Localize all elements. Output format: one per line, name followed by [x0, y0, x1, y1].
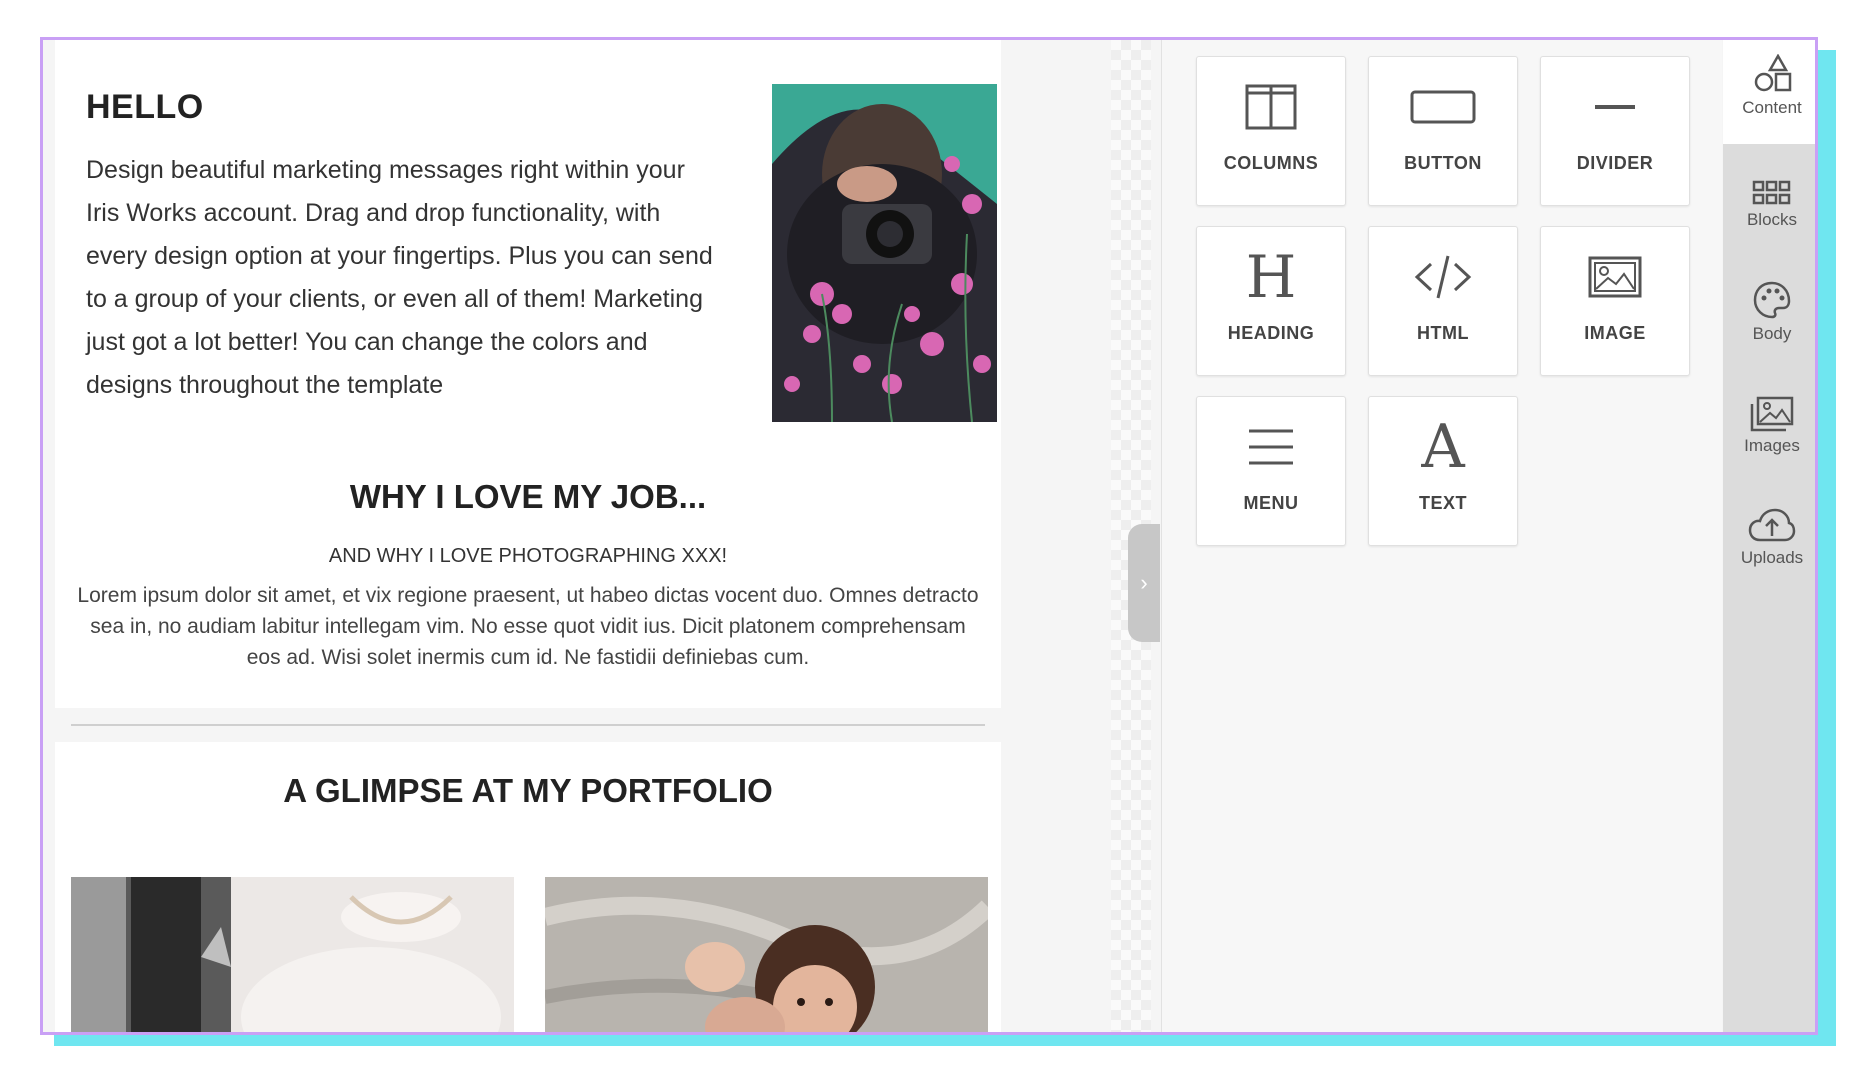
tool-label: HEADING	[1227, 323, 1315, 343]
sidebar-item-label: Images	[1744, 436, 1800, 455]
tool-html[interactable]: HTML	[1368, 226, 1518, 376]
sidebar-item-label: Uploads	[1740, 548, 1804, 567]
portfolio-image-children[interactable]	[545, 877, 988, 1032]
hello-heading[interactable]: HELLO	[86, 88, 204, 127]
menu-icon	[1197, 419, 1345, 475]
tool-label: MENU	[1243, 493, 1299, 513]
sidebar-item-body[interactable]: Body	[1723, 266, 1815, 370]
sidebar-item-uploads[interactable]: Uploads	[1723, 490, 1815, 594]
tool-label: COLUMNS	[1223, 153, 1319, 173]
intro-paragraph[interactable]: Design beautiful marketing messages righ…	[86, 149, 716, 407]
sidebar-item-content[interactable]: Content	[1723, 40, 1815, 144]
tool-menu[interactable]: MENU	[1196, 396, 1346, 546]
chevron-right-icon: ›	[1140, 570, 1148, 595]
email-section-intro[interactable]: HELLO Design beautiful marketing message…	[55, 40, 1001, 708]
email-section-portfolio[interactable]: A GLIMPSE AT MY PORTFOLIO	[55, 742, 1001, 1032]
text-icon: A	[1421, 412, 1465, 482]
sidebar-item-label: Blocks	[1746, 210, 1798, 229]
image-icon	[1541, 249, 1689, 305]
why-heading[interactable]: WHY I LOVE MY JOB...	[55, 478, 1001, 516]
code-icon	[1369, 249, 1517, 305]
photographer-image[interactable]	[772, 84, 997, 422]
cloud-upload-icon	[1723, 490, 1815, 544]
portfolio-heading[interactable]: A GLIMPSE AT MY PORTFOLIO	[55, 772, 1001, 810]
tool-button[interactable]: BUTTON	[1368, 56, 1518, 206]
tool-divider[interactable]: DIVIDER	[1540, 56, 1690, 206]
columns-icon	[1197, 79, 1345, 135]
sidebar-item-images[interactable]: Images	[1723, 378, 1815, 482]
tool-label: BUTTON	[1404, 153, 1482, 173]
sidebar-item-label: Body	[1752, 324, 1792, 343]
tool-image[interactable]: IMAGE	[1540, 226, 1690, 376]
tool-label: IMAGE	[1584, 323, 1646, 343]
lorem-paragraph[interactable]: Lorem ipsum dolor sit amet, et vix regio…	[75, 580, 981, 673]
editor-frame: HELLO Design beautiful marketing message…	[40, 37, 1818, 1035]
heading-icon: H	[1245, 243, 1297, 311]
shapes-icon	[1723, 40, 1815, 94]
email-canvas: HELLO Design beautiful marketing message…	[43, 40, 1151, 1032]
section-divider[interactable]	[71, 724, 985, 726]
tool-columns[interactable]: COLUMNS	[1196, 56, 1346, 206]
collapse-panel-toggle[interactable]: ›	[1128, 524, 1160, 642]
tool-label: TEXT	[1418, 493, 1467, 513]
content-tools-panel: COLUMNS BUTTON DIVIDER H HEADING HTML IM…	[1161, 40, 1722, 1032]
sidebar-item-label: Content	[1742, 98, 1802, 117]
sidebar-item-blocks[interactable]: Blocks	[1723, 152, 1815, 256]
divider-icon	[1541, 79, 1689, 135]
portfolio-image-wedding[interactable]	[71, 877, 514, 1032]
editor-sidebar: Content Blocks Body Images Uploads	[1723, 40, 1815, 1032]
tool-label: DIVIDER	[1576, 153, 1654, 173]
palette-icon	[1723, 266, 1815, 320]
button-icon	[1369, 79, 1517, 135]
tool-heading[interactable]: H HEADING	[1196, 226, 1346, 376]
grid-icon	[1723, 152, 1815, 206]
why-subheading[interactable]: AND WHY I LOVE PHOTOGRAPHING XXX!	[55, 545, 1001, 568]
tool-text[interactable]: A TEXT	[1368, 396, 1518, 546]
tool-label: HTML	[1417, 323, 1469, 343]
gallery-icon	[1723, 378, 1815, 432]
